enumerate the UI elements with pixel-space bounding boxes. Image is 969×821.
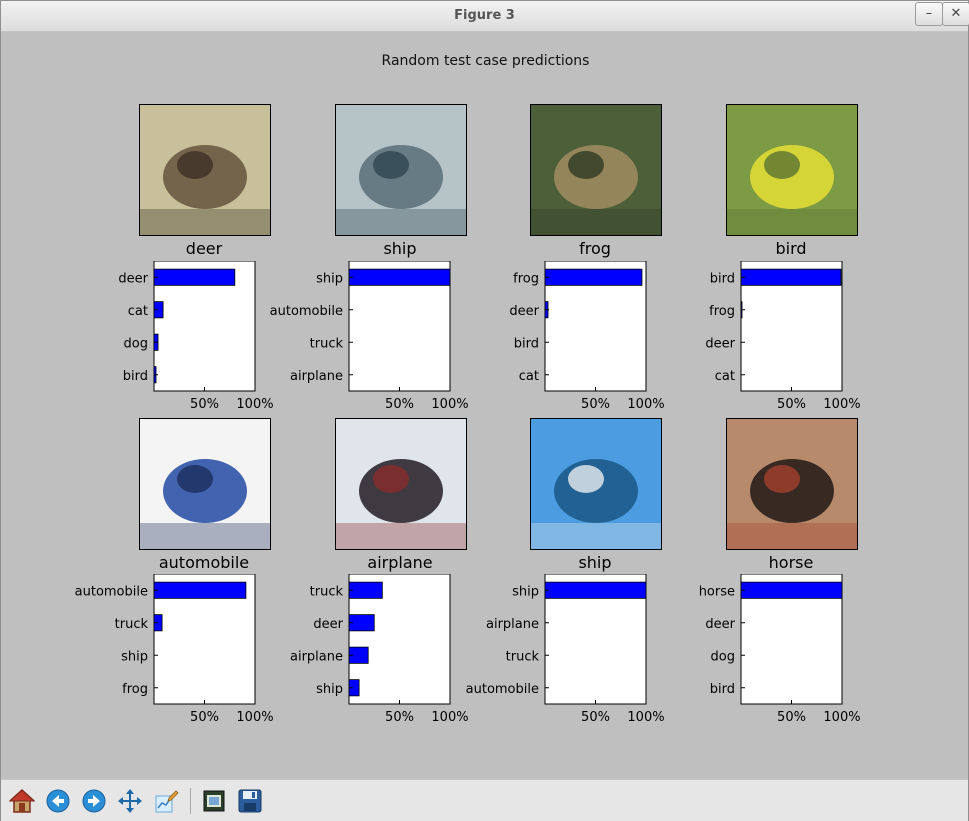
category-tick-label: bird [123, 369, 148, 384]
prediction-label: automobile [158, 553, 250, 572]
x-tick-label: 50% [385, 710, 414, 725]
x-tick-label: 50% [190, 397, 219, 412]
category-tick-label: deer [118, 271, 148, 286]
prediction-label: ship [383, 239, 417, 258]
figure-window: Figure 3 – ✕ Random test case prediction… [0, 0, 969, 821]
category-tick-label: horse [699, 584, 735, 599]
category-tick-label: deer [509, 304, 539, 319]
category-tick-label: automobile [75, 584, 148, 599]
pan-button[interactable] [117, 788, 143, 814]
bar-chart-svg: horse deer dog bird 50% 100% [699, 573, 861, 725]
edit-axis-button[interactable] [153, 788, 179, 814]
category-tick-label: airplane [290, 649, 343, 664]
bar-ship [544, 581, 647, 599]
bar-automobile [153, 581, 247, 599]
category-tick-label: cat [519, 369, 539, 384]
test-image-deer [139, 104, 271, 236]
forward-arrow-icon [82, 789, 106, 813]
category-tick-label: automobile [270, 304, 343, 319]
figure-suptitle: Random test case predictions [381, 53, 590, 69]
x-tick-label: 100% [823, 710, 860, 725]
category-tick-label: airplane [290, 369, 343, 384]
category-tick-label: frog [122, 682, 148, 697]
prediction-bar-chart: horse deer dog bird 50% 100% [646, 573, 876, 738]
home-button[interactable] [8, 788, 36, 814]
test-image-frog [530, 104, 662, 236]
test-image-ship [530, 418, 662, 550]
category-tick-label: deer [705, 336, 735, 351]
category-tick-label: truck [310, 584, 344, 599]
bar-bird [740, 268, 842, 286]
prediction-bar-chart: bird frog deer cat 50% 100% [646, 260, 876, 425]
back-arrow-icon [46, 789, 70, 813]
bar-ship [348, 268, 451, 286]
x-tick-label: 50% [777, 710, 806, 725]
prediction-label: ship [578, 553, 612, 572]
minimize-button[interactable]: – [915, 2, 943, 26]
prediction-label: frog [579, 239, 611, 258]
category-tick-label: bird [710, 682, 735, 697]
prediction-label: bird [775, 239, 807, 258]
bar-horse [740, 581, 843, 599]
home-icon [8, 788, 36, 813]
category-tick-label: bird [514, 336, 539, 351]
x-tick-label: 50% [581, 710, 610, 725]
bar-truck [348, 581, 383, 599]
test-image-bird [726, 104, 858, 236]
category-tick-label: airplane [486, 617, 539, 632]
category-tick-label: frog [709, 304, 735, 319]
back-button[interactable] [45, 788, 71, 814]
navigation-toolbar [1, 779, 968, 821]
category-tick-label: ship [316, 682, 343, 697]
prediction-label: airplane [367, 553, 433, 572]
category-tick-label: deer [705, 617, 735, 632]
category-tick-label: frog [513, 271, 539, 286]
prediction-label: horse [768, 553, 814, 572]
window-title: Figure 3 [454, 8, 515, 23]
x-tick-label: 100% [823, 397, 860, 412]
category-tick-label: ship [316, 271, 343, 286]
category-tick-label: cat [128, 304, 148, 319]
test-image-horse [726, 418, 858, 550]
close-button[interactable]: ✕ [942, 2, 969, 26]
floppy-disk-icon [238, 789, 262, 813]
test-image-ship [335, 104, 467, 236]
category-tick-label: ship [121, 649, 148, 664]
x-tick-label: 50% [385, 397, 414, 412]
category-tick-label: bird [710, 271, 735, 286]
category-tick-label: automobile [466, 682, 539, 697]
test-image-automobile [139, 418, 271, 550]
bar-chart-svg: bird frog deer cat 50% 100% [705, 260, 861, 412]
save-button[interactable] [237, 788, 263, 814]
category-tick-label: truck [115, 617, 149, 632]
title-bar: Figure 3 – ✕ [1, 1, 969, 32]
category-tick-label: cat [715, 369, 735, 384]
category-tick-label: truck [310, 336, 344, 351]
test-image-airplane [335, 418, 467, 550]
category-tick-label: dog [711, 649, 735, 664]
prediction-label: deer [185, 239, 223, 258]
x-tick-label: 50% [581, 397, 610, 412]
subplots-button[interactable] [201, 788, 227, 814]
move-arrows-icon [118, 789, 142, 813]
toolbar-separator [190, 788, 191, 814]
edit-axis-icon [155, 790, 179, 813]
x-tick-label: 50% [190, 710, 219, 725]
category-tick-label: deer [313, 617, 343, 632]
category-tick-label: dog [124, 336, 148, 351]
x-tick-label: 50% [777, 397, 806, 412]
category-tick-label: truck [506, 649, 540, 664]
forward-button[interactable] [81, 788, 107, 814]
category-tick-label: ship [512, 584, 539, 599]
bar-frog [544, 268, 643, 286]
subplots-icon [203, 790, 225, 812]
bar-deer [153, 268, 236, 286]
